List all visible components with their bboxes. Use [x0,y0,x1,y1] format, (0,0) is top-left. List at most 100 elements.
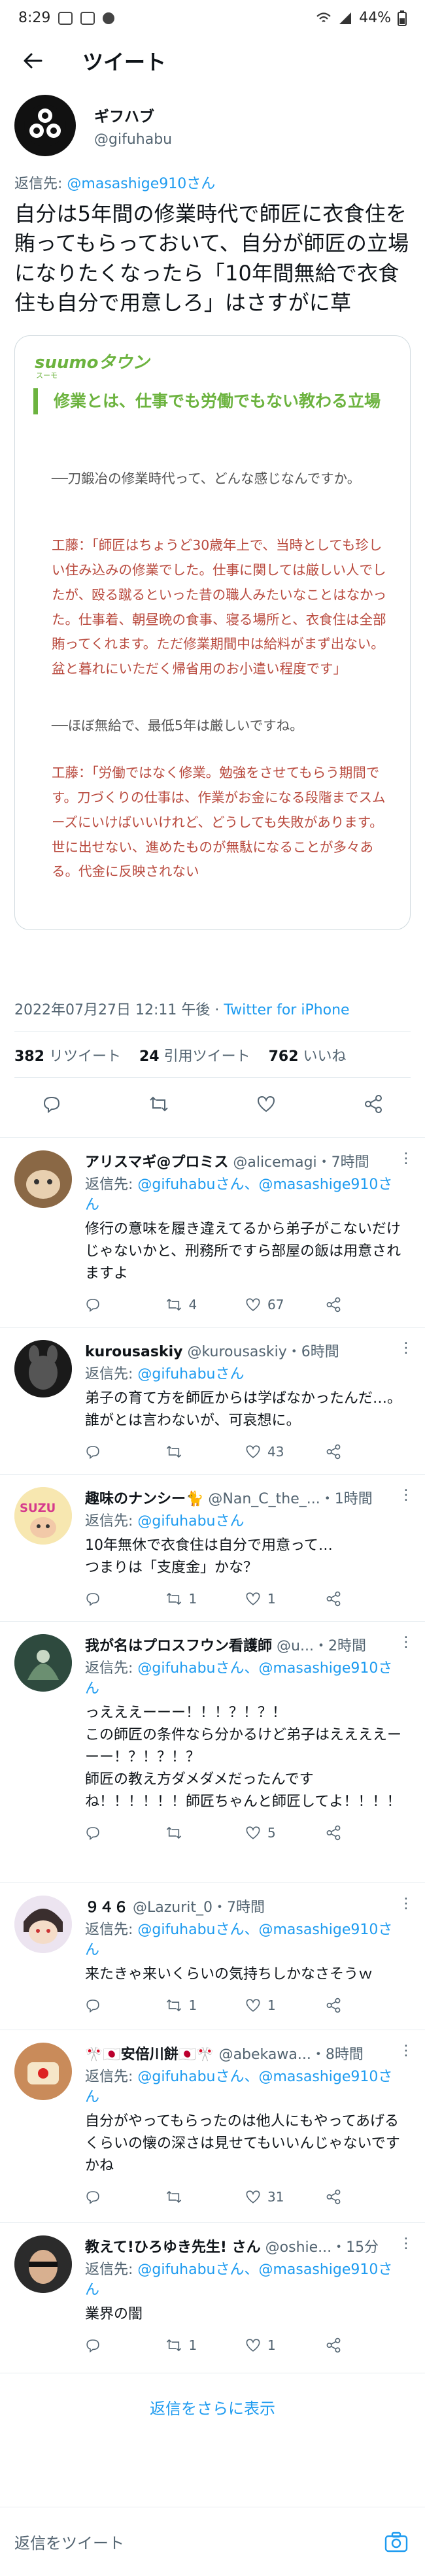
reply-author-handle[interactable]: @alicemagi [233,1154,316,1171]
reply-button[interactable] [85,1444,165,1460]
reply-button[interactable] [85,1825,165,1841]
share-button[interactable] [326,1297,406,1313]
author-name[interactable]: ギフハブ [94,104,172,126]
tweet-timestamp[interactable]: 2022年07月27日 12:11 午後 [14,1002,210,1018]
reply-icon [86,1593,99,1607]
reply-content: 我が名はプロスフウン看護師 @u...・2時間 返信先: @gifuhabuさん… [85,1634,405,1841]
reply-time: ・6時間 [286,1344,339,1360]
reply-to-mention[interactable]: @masashige910さん [67,176,215,192]
like-button[interactable]: 1 [245,2337,326,2353]
tweet-source[interactable]: Twitter for iPhone [224,1002,349,1018]
reply-author-name[interactable]: 🎌🇯🇵安倍川餅🇯🇵🎌 [85,2047,214,2063]
avatar[interactable] [14,2235,72,2293]
like-button[interactable]: 1 [245,1591,326,1607]
more-options-icon[interactable]: ⋮ [399,2043,413,2059]
likes-stat[interactable]: 762 いいね [269,1045,347,1065]
avatar[interactable] [14,1896,72,1953]
reply-to-mention[interactable]: @gifuhabuさん、@masashige910さん [85,1922,392,1958]
like-button[interactable]: 67 [245,1297,326,1313]
reply-author-handle[interactable]: @kurousaskiy [187,1344,286,1360]
retweet-count: 1 [188,2337,197,2353]
retweet-button[interactable]: 1 [165,1998,246,2013]
reply-button[interactable] [85,1297,165,1313]
reply-to-line: 返信先: @gifuhabuさん、@masashige910さん [85,2069,393,2105]
more-options-icon[interactable]: ⋮ [399,1487,413,1503]
share-button[interactable] [326,1444,406,1460]
reply-author-handle[interactable]: @oshie... [265,2239,332,2256]
reply-button[interactable] [85,1591,165,1607]
reply-compose-input[interactable]: 返信をツイート [14,2530,382,2553]
like-icon[interactable] [255,1093,277,1115]
reply-to-line: 返信先: @gifuhabuさん、@masashige910さん [85,1922,393,1958]
retweet-button[interactable]: 1 [165,1591,246,1607]
more-options-icon[interactable]: ⋮ [399,1150,413,1167]
reply-author-name[interactable]: 我が名はプロスフウン看護師 [85,1638,272,1654]
show-more-replies-link[interactable]: 返信をさらに表示 [0,2396,425,2418]
share-button[interactable] [326,2189,406,2205]
reply-author-name[interactable]: アリスマギ@プロミス [85,1154,228,1171]
avatar[interactable] [14,1150,72,1208]
share-button[interactable] [326,1998,406,2013]
retweet-button[interactable]: 1 [165,2337,246,2353]
retweet-button[interactable] [165,1444,246,1460]
avatar[interactable] [14,1634,72,1692]
more-options-icon[interactable]: ⋮ [399,1634,413,1650]
quotes-stat[interactable]: 24 引用ツイート [139,1045,250,1065]
avatar[interactable]: SUZU [14,1487,72,1545]
quoted-image-card[interactable]: suumoタウン スーモ 修業とは、仕事でも労働でもない教わる立場 ──刀鍛冶の… [14,335,411,930]
retweet-icon[interactable] [148,1093,170,1115]
reply-author-name[interactable]: 教えて!ひろゆき先生! さん [85,2239,261,2256]
retweet-button[interactable] [165,1825,246,1841]
share-button[interactable] [326,1591,406,1607]
more-options-icon[interactable]: ⋮ [399,1340,413,1356]
camera-icon[interactable] [382,2528,411,2556]
reply-author-handle[interactable]: @u... [277,1638,314,1654]
retweet-button[interactable]: 4 [165,1297,246,1313]
reply-to-mention[interactable]: @gifuhabuさん、@masashige910さん [85,1177,392,1213]
reply-text: 業界の闇 [85,2305,143,2322]
retweet-button[interactable] [165,2189,246,2205]
share-icon [326,1591,340,1607]
avatar[interactable] [14,2043,72,2100]
like-icon [246,2339,260,2352]
reply-time: ・8時間 [311,2047,364,2063]
reply-text: 自分がやってもらったのは他人にもやってあげるくらいの懐の深さは見せてもいいんじゃ… [85,2113,400,2174]
avatar[interactable] [14,95,76,156]
reply-button[interactable] [85,2337,165,2353]
reply-to-mention[interactable]: @gifuhabuさん [137,1513,244,1530]
share-button[interactable] [326,1825,406,1841]
like-button[interactable]: 31 [245,2189,326,2205]
retweets-stat[interactable]: 382 リツイート [14,1045,121,1065]
reply-author-name[interactable]: ９４６ [85,1899,128,1916]
reply-button[interactable] [85,2189,165,2205]
reply-to-mention[interactable]: @gifuhabuさん、@masashige910さん [85,2262,392,2298]
author-handle[interactable]: @gifuhabu [94,131,172,148]
reply-author-handle[interactable]: @abekawa... [219,2047,311,2063]
like-count: 1 [267,2337,276,2353]
share-button[interactable] [326,2337,406,2353]
reply-to-line: 返信先: @gifuhabuさん、@masashige910さん [85,1177,393,1213]
back-arrow-icon[interactable] [14,42,51,79]
reply-button[interactable] [85,1998,165,2013]
retweet-icon [166,1826,181,1839]
reply-author-handle[interactable]: @Nan_C_the_... [208,1491,320,1507]
reply-to-mention[interactable]: @gifuhabuさん [137,1366,244,1382]
more-options-icon[interactable]: ⋮ [399,2235,413,2252]
reply-header: 我が名はプロスフウン看護師 @u...・2時間 [85,1634,405,1655]
more-options-icon[interactable]: ⋮ [399,1896,413,1912]
reply-icon[interactable] [41,1093,63,1115]
share-icon[interactable] [362,1093,384,1115]
like-button[interactable]: 1 [245,1998,326,2013]
battery-icon [398,10,407,26]
avatar[interactable] [14,1340,72,1397]
svg-text:SUZU: SUZU [20,1501,56,1515]
reply-author-name[interactable]: kurousaskiy [85,1344,182,1360]
reply-to-mention[interactable]: @gifuhabuさん、@masashige910さん [85,1660,392,1697]
like-button[interactable]: 43 [245,1444,326,1460]
reply-author-name[interactable]: 趣味のナンシー🐈 [85,1491,203,1507]
tweet-timestamp-line: 2022年07月27日 12:11 午後 · Twitter for iPhon… [14,1002,350,1018]
share-icon [326,1825,340,1841]
reply-to-mention[interactable]: @gifuhabuさん、@masashige910さん [85,2069,392,2105]
like-button[interactable]: 5 [245,1825,326,1841]
reply-author-handle[interactable]: @Lazurit_0 [133,1899,212,1916]
